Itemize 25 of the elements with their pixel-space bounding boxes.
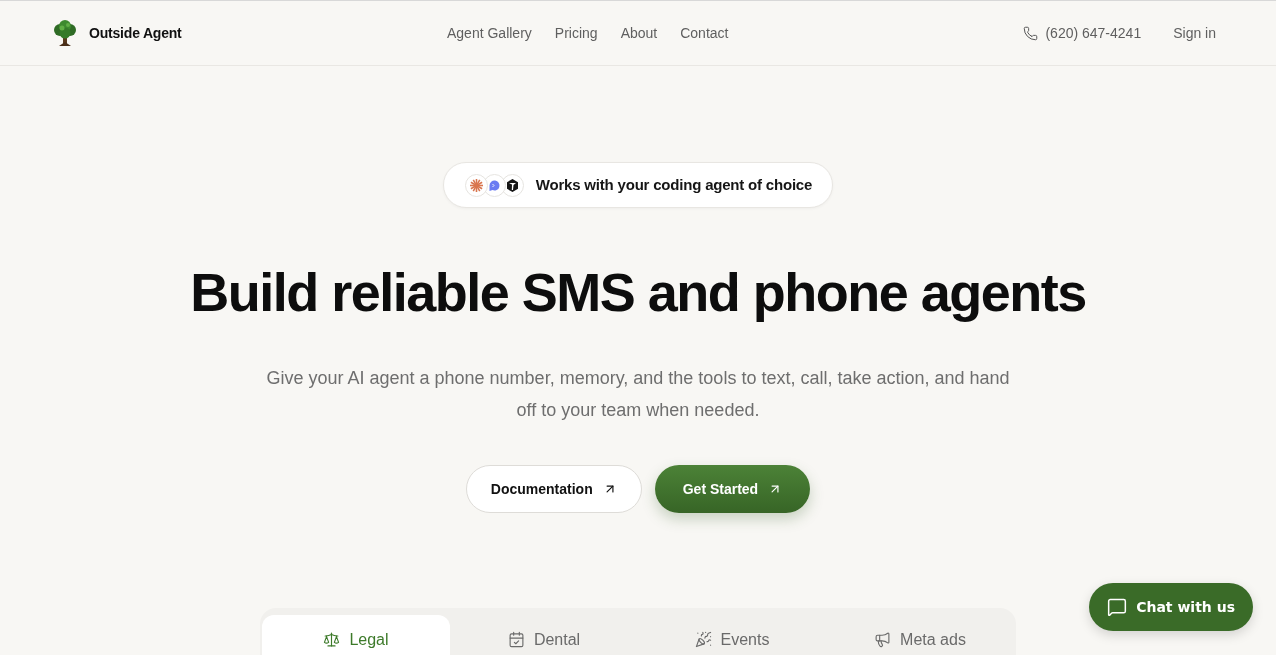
nav-link[interactable]: About — [620, 22, 658, 44]
megaphone-icon — [874, 631, 892, 648]
nav-link[interactable]: Agent Gallery — [447, 22, 532, 44]
use-case-tab[interactable]: Dental — [450, 615, 638, 655]
calendar-check-icon — [507, 631, 525, 648]
brand-name[interactable]: Outside Agent — [89, 22, 182, 44]
get-started-button[interactable]: Get Started — [654, 465, 811, 513]
chat-with-us-button[interactable]: Chat with us — [1089, 583, 1253, 631]
phone-icon — [1023, 25, 1039, 41]
sign-in-link[interactable]: Sign in — [1173, 22, 1216, 44]
starburst-icon — [464, 173, 488, 197]
chat-icon — [1107, 597, 1128, 617]
hero-headline: Build reliable SMS and phone agents — [190, 262, 1086, 322]
nav-link[interactable]: Contact — [680, 22, 729, 44]
badge-text: Works with your coding agent of choice — [535, 174, 813, 195]
party-popper-icon — [694, 631, 712, 648]
phone-number[interactable]: (620) 647-4241 — [1045, 22, 1142, 44]
nav-link[interactable]: Pricing — [554, 22, 598, 44]
tree-logo-icon — [52, 19, 78, 47]
documentation-button[interactable]: Documentation — [465, 465, 642, 513]
use-case-tab[interactable]: Events — [638, 615, 826, 655]
scale-icon — [323, 631, 341, 648]
use-case-tab[interactable]: Meta ads — [826, 615, 1014, 655]
hero-subtitle: Give your AI agent a phone number, memory, and the tools to text, call, take action, and hand off to your team when needed. — [265, 367, 1011, 422]
use-case-tab[interactable]: Legal — [262, 615, 450, 655]
